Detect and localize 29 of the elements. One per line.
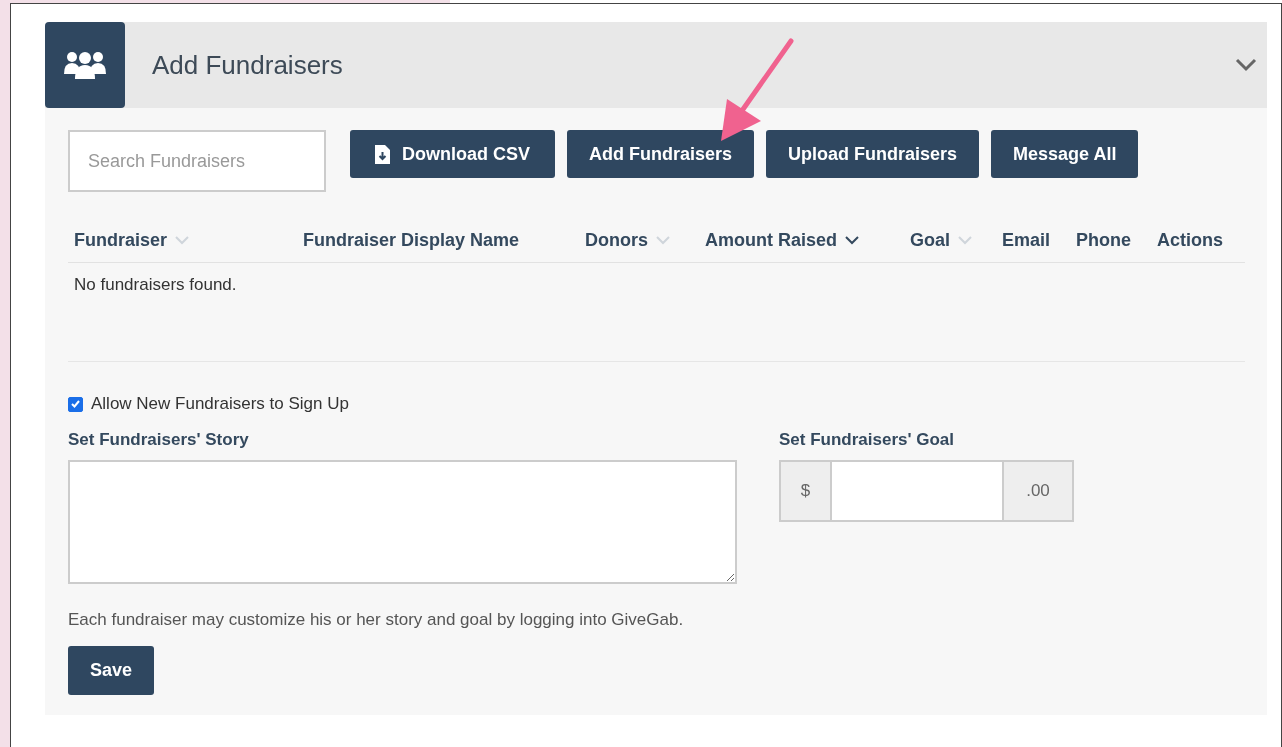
sort-chevron-icon[interactable] — [845, 236, 859, 245]
toolbar-button[interactable]: Message All — [991, 130, 1139, 178]
story-field[interactable] — [68, 460, 737, 584]
column-header: Actions — [1157, 230, 1223, 251]
field-label: Set Fundraisers' Story — [68, 430, 250, 450]
empty-message: No fundraisers found. — [74, 275, 237, 294]
toolbar-button[interactable]: Add Fundraisers — [567, 130, 755, 178]
panel-title: Add Fundraisers — [152, 49, 344, 81]
column-header[interactable]: Fundraiser — [74, 230, 168, 251]
checkmark-icon — [71, 400, 80, 408]
column-header[interactable]: Amount Raised — [705, 230, 837, 251]
decimal-suffix: .00 — [1026, 481, 1050, 501]
checkbox-label: Allow New Fundraisers to Sign Up — [91, 394, 349, 414]
field-label: Set Fundraisers' Goal — [779, 430, 956, 450]
goal-field[interactable]: $ .00 — [779, 460, 1074, 522]
checkbox[interactable] — [68, 396, 83, 412]
column-header: Phone — [1076, 230, 1131, 251]
help-text: Each fundraiser may customize his or her story and goal by logging into GiveGab. — [68, 610, 685, 630]
column-header[interactable]: Donors — [585, 230, 648, 251]
file-download-icon — [375, 144, 390, 164]
toolbar-button[interactable]: Upload Fundraisers — [766, 130, 980, 178]
toolbar-button[interactable]: Download CSV — [350, 130, 555, 178]
column-header[interactable]: Goal — [910, 230, 950, 251]
collapse-chevron-icon[interactable] — [1235, 58, 1257, 72]
search-field[interactable]: Search Fundraisers — [68, 130, 326, 192]
column-header: Email — [1002, 230, 1051, 251]
column-header: Fundraiser Display Name — [303, 230, 520, 251]
save-button[interactable]: Save — [68, 646, 155, 695]
currency-prefix: $ — [800, 481, 811, 501]
